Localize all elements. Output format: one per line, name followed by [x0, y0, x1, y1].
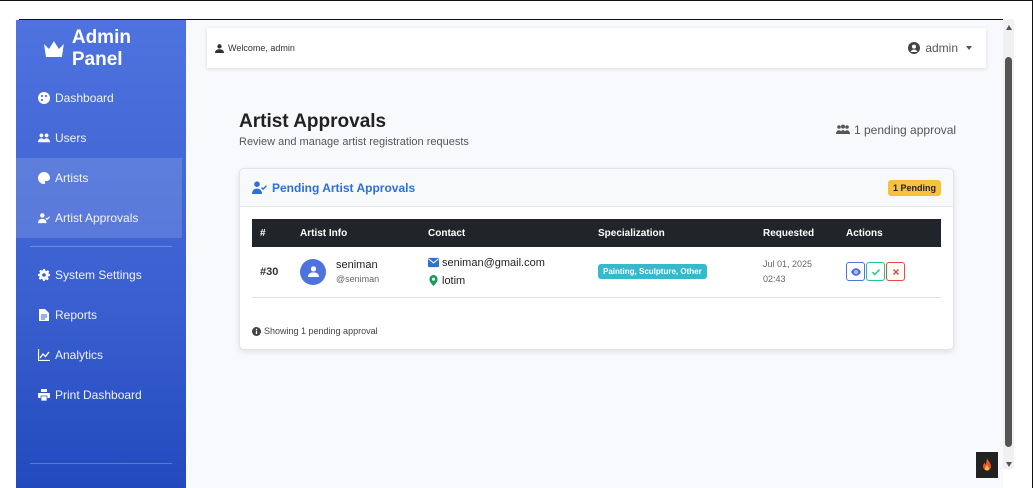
table-footer-note: Showing 1 pending approval [252, 326, 378, 336]
pending-approvals-card: Pending Artist Approvals 1 Pending # Art… [239, 168, 954, 350]
chevron-down-icon [966, 46, 972, 50]
palette-icon [38, 92, 50, 104]
user-check-icon [252, 181, 267, 194]
sidebar-item-label: Artist Approvals [55, 211, 139, 225]
sidebar-item-system-settings[interactable]: System Settings [16, 255, 186, 295]
sidebar-item-label: Analytics [55, 348, 104, 362]
sidebar-divider [30, 463, 172, 464]
sidebar-item-label: Print Dashboard [55, 388, 142, 402]
info-circle-icon [252, 326, 261, 336]
artist-location: lotim [442, 274, 466, 287]
contact-location: lotim [428, 275, 582, 287]
pending-summary-text: 1 pending approval [854, 123, 957, 137]
check-icon [871, 268, 880, 276]
sidebar-item-artist-approvals[interactable]: Artist Approvals [16, 198, 182, 238]
file-icon [39, 309, 49, 321]
actions-cell [838, 247, 941, 298]
sidebar-divider [30, 246, 172, 247]
artist-email: seniman@gmail.com [442, 256, 545, 269]
column-header-requested: Requested [755, 219, 838, 247]
user-check-icon [38, 213, 50, 224]
scrollbar-thumb[interactable] [1005, 57, 1012, 447]
user-dropdown[interactable]: admin [908, 41, 972, 55]
column-header-contact: Contact [420, 219, 590, 247]
page-scrollbar[interactable] [1003, 19, 1014, 469]
card-title: Pending Artist Approvals [252, 181, 415, 195]
user-name: admin [925, 41, 958, 55]
contact-email: seniman@gmail.com [428, 257, 582, 269]
artist-info-cell: seniman @seniman [292, 247, 420, 298]
contact-cell: seniman@gmail.com lotim [420, 247, 590, 298]
print-icon [38, 389, 50, 401]
specialization-badge: Painting, Sculpture, Other [598, 264, 707, 280]
avatar [300, 258, 326, 285]
footer-note-text: Showing 1 pending approval [264, 326, 378, 336]
envelope-icon [428, 258, 439, 268]
sidebar-item-label: System Settings [55, 268, 142, 282]
requested-time: 02:43 [763, 273, 786, 284]
users-icon [38, 133, 50, 143]
column-header-actions: Actions [838, 219, 941, 247]
user-icon [307, 266, 319, 278]
sidebar-item-label: Reports [55, 308, 98, 322]
requested-cell: Jul 01, 2025 02:43 [755, 247, 838, 298]
brand[interactable]: Admin Panel [16, 20, 186, 78]
welcome-message: Welcome, admin [215, 43, 295, 53]
page-subtitle: Review and manage artist registration re… [239, 136, 469, 148]
row-id: #30 [252, 247, 292, 298]
floating-action-button[interactable] [976, 452, 998, 478]
approve-button[interactable] [866, 262, 885, 282]
brand-name: Admin Panel [71, 27, 131, 70]
map-marker-icon [429, 275, 438, 287]
scroll-up-arrow-icon[interactable] [1006, 25, 1012, 30]
topbar: Welcome, admin admin [207, 28, 986, 68]
card-title-text: Pending Artist Approvals [272, 180, 416, 195]
scroll-down-arrow-icon[interactable] [1006, 462, 1012, 467]
sidebar-item-reports[interactable]: Reports [16, 295, 186, 335]
welcome-text: Welcome, admin [228, 43, 295, 53]
pending-summary: 1 pending approval [836, 123, 956, 137]
pending-count-badge: 1 Pending [887, 179, 941, 196]
sidebar-item-analytics[interactable]: Analytics [16, 335, 186, 375]
users-icon [836, 124, 850, 134]
user-circle-icon [908, 42, 921, 54]
sidebar-item-artists[interactable]: Artists [16, 158, 182, 198]
approvals-table: # Artist Info Contact Specialization Req… [252, 219, 941, 298]
user-icon [215, 43, 224, 53]
page-title: Artist Approvals [239, 111, 387, 132]
column-header-specialization: Specialization [590, 219, 755, 247]
sidebar-item-label: Dashboard [55, 91, 114, 105]
table-row: #30 seniman @seniman seniman@gmail.com l… [252, 247, 941, 298]
table-header-row: # Artist Info Contact Specialization Req… [252, 219, 941, 247]
chart-line-icon [38, 349, 50, 361]
crown-icon [44, 41, 64, 57]
requested-date: Jul 01, 2025 [763, 258, 813, 269]
reject-button[interactable] [886, 262, 905, 282]
sidebar-item-label: Artists [55, 171, 89, 185]
view-button[interactable] [846, 262, 865, 282]
close-icon [892, 268, 899, 275]
sidebar-item-label: Users [55, 131, 87, 145]
column-header-artist-info: Artist Info [292, 219, 420, 247]
sidebar-item-users[interactable]: Users [16, 118, 186, 158]
flame-icon [983, 458, 991, 471]
card-header: Pending Artist Approvals 1 Pending [240, 169, 953, 207]
column-header-id: # [252, 219, 292, 247]
artist-name: seniman [336, 259, 378, 272]
sidebar-item-dashboard[interactable]: Dashboard [16, 78, 186, 118]
gear-icon [38, 269, 50, 281]
palette-icon [38, 172, 50, 184]
artist-handle: @seniman [336, 274, 380, 285]
sidebar: Admin Panel Dashboard Users Artists Arti… [16, 20, 186, 488]
sidebar-item-print-dashboard[interactable]: Print Dashboard [16, 375, 186, 415]
specialization-cell: Painting, Sculpture, Other [590, 247, 755, 298]
eye-icon [850, 268, 861, 276]
